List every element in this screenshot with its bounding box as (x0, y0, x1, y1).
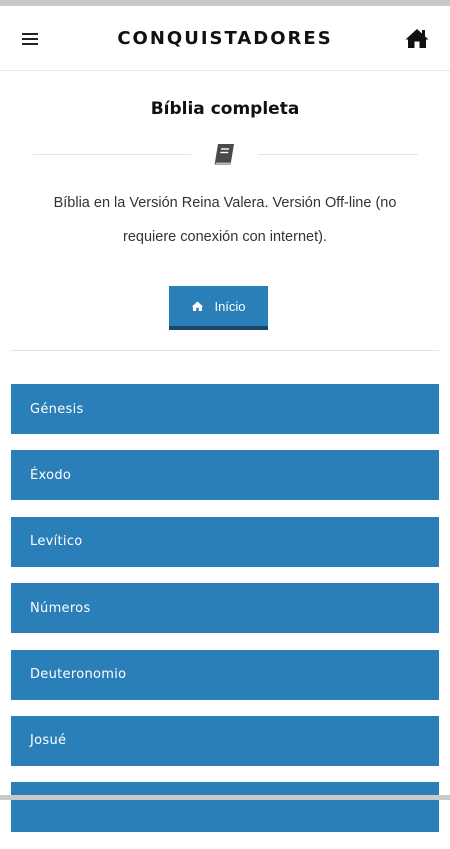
divider-right (258, 154, 418, 155)
content-separator (11, 350, 439, 351)
book-item-deuteronomio[interactable]: Deuteronomio (11, 649, 439, 700)
book-item-label: Éxodo (30, 467, 72, 483)
book-item-genesis[interactable]: Génesis (11, 384, 439, 434)
description-text: Bíblia en la Versión Reina Valera. Versi… (53, 195, 397, 245)
book-item-levitico[interactable]: Levítico (11, 516, 439, 567)
book-item-label: Deuteronomio (30, 667, 127, 683)
page-title: Bíblia completa (150, 99, 300, 119)
home-icon[interactable] (404, 26, 430, 50)
book-item-label: Génesis (30, 401, 84, 417)
divider-left (33, 154, 191, 155)
book-item-label: Números (30, 600, 91, 616)
app-header: CONQUISTADORES (0, 6, 450, 71)
book-item-label: Levítico (30, 534, 83, 550)
app-title: CONQUISTADORES (117, 28, 333, 49)
book-list: Génesis Éxodo Levítico Números Deuterono… (11, 384, 439, 849)
home-icon (192, 301, 204, 311)
inicio-button[interactable]: Início (169, 286, 268, 330)
inicio-button-label: Início (214, 298, 246, 314)
book-icon (212, 142, 238, 166)
book-item-label: Josué (30, 733, 67, 749)
book-item-partial[interactable] (11, 782, 439, 833)
book-item-josue[interactable]: Josué (11, 715, 439, 766)
navigation-bar (0, 795, 450, 800)
book-item-numeros[interactable]: Números (11, 583, 439, 634)
book-item-exodo[interactable]: Éxodo (11, 450, 439, 501)
